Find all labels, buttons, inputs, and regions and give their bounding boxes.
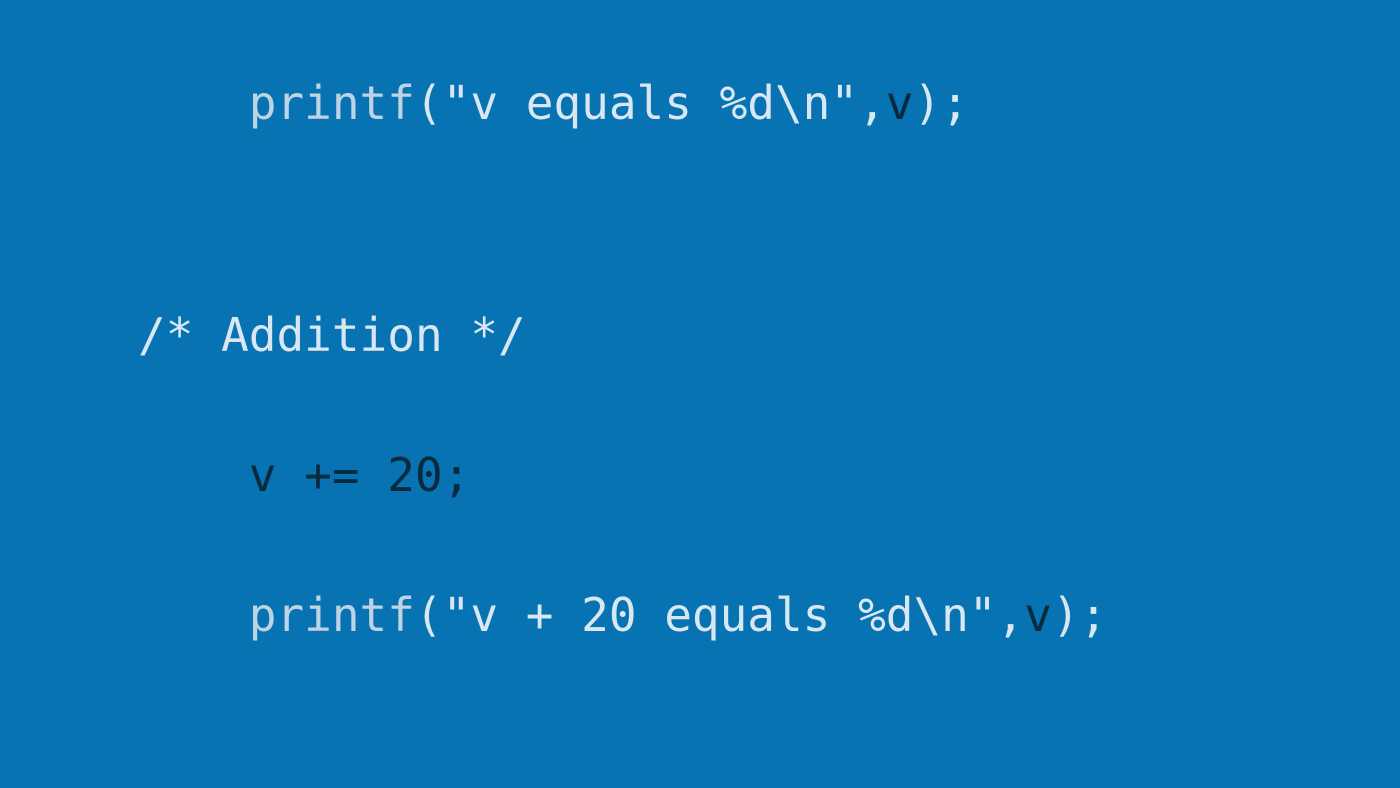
indent — [138, 448, 249, 502]
semicolon: ; — [941, 76, 969, 130]
blank-line — [138, 708, 1400, 754]
var-v: v — [886, 76, 914, 130]
string-literal: "v + 20 equals %d\n" — [443, 588, 997, 642]
code-snippet: printf("v equals %d\n",v); /* Addition *… — [0, 0, 1400, 788]
code-line-add-assign: v += 20; — [138, 428, 1400, 522]
comma: , — [997, 588, 1025, 642]
var-v: v — [1024, 588, 1052, 642]
func-printf: printf — [249, 76, 415, 130]
stmt-add: v += 20; — [249, 448, 471, 502]
code-line-printf-2: printf("v + 20 equals %d\n",v); — [138, 568, 1400, 662]
func-printf: printf — [249, 588, 415, 642]
code-line-printf-1: printf("v equals %d\n",v); — [138, 56, 1400, 150]
paren-close: ) — [913, 76, 941, 130]
paren-open: ( — [415, 588, 443, 642]
string-literal: "v equals %d\n" — [443, 76, 858, 130]
paren-open: ( — [415, 76, 443, 130]
comma: , — [858, 76, 886, 130]
paren-close: ) — [1052, 588, 1080, 642]
comment-addition: /* Addition */ — [138, 288, 1400, 382]
blank-line — [138, 196, 1400, 242]
semicolon: ; — [1080, 588, 1108, 642]
indent — [138, 76, 249, 130]
comment-text: /* Addition */ — [138, 308, 526, 362]
indent — [138, 588, 249, 642]
